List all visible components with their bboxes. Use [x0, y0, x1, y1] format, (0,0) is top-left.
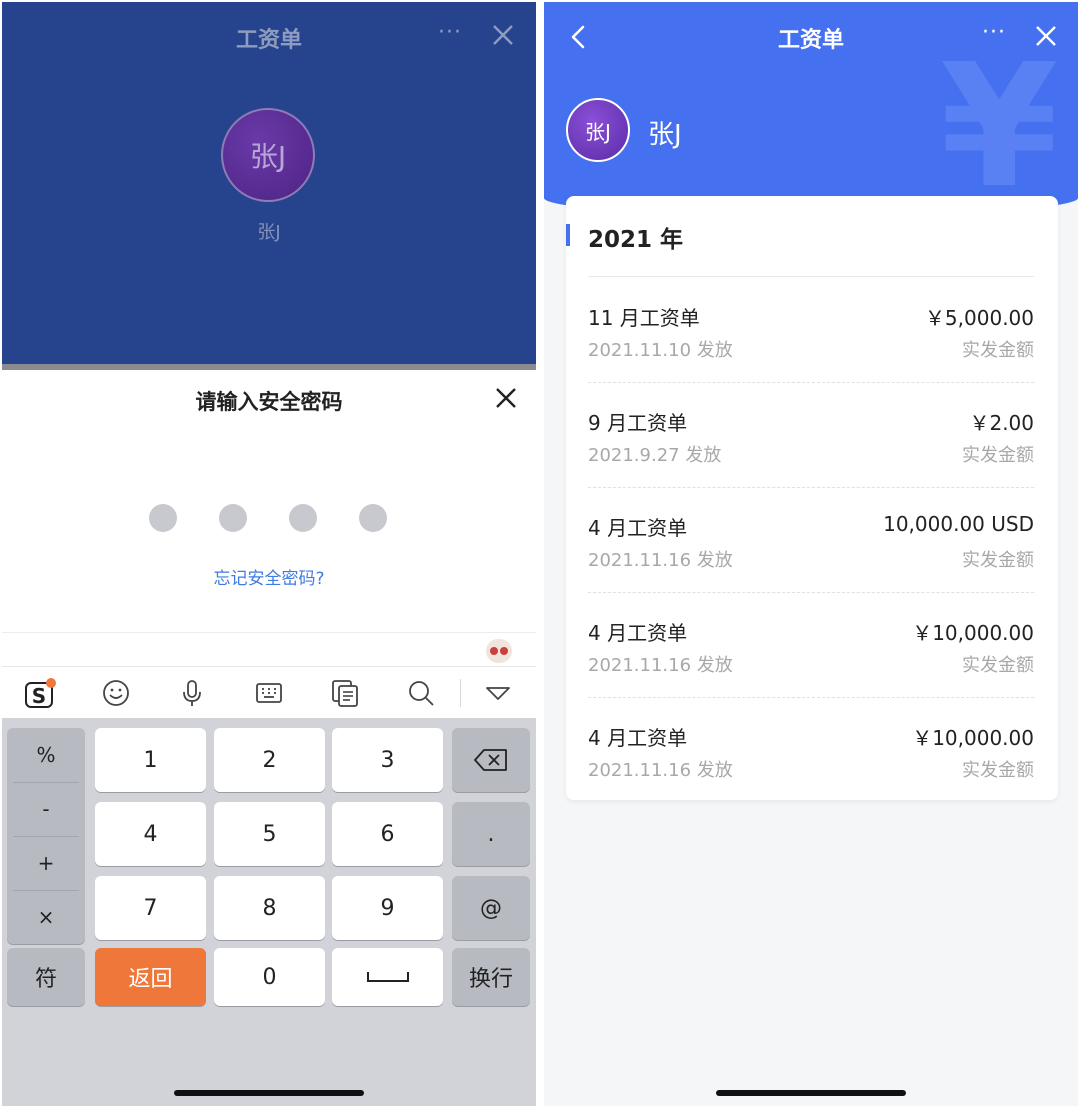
user-name: 张J — [257, 222, 281, 243]
payslip-amount-label: 实发金额 — [962, 760, 1034, 781]
payslip-date: 2021.9.27 发放 — [588, 445, 722, 466]
left-phone-screen: 工资单 ··· 张J 张J 请输入安全密码 忘记安全密码? S % - + × … — [2, 2, 536, 1106]
payslip-row[interactable]: 11 月工资单 2021.11.10 发放 ￥5,000.00 实发金额 — [566, 302, 1058, 406]
yen-watermark: ¥ — [940, 28, 1059, 226]
payslip-date: 2021.11.16 发放 — [588, 550, 733, 571]
forgot-password-link[interactable]: 忘记安全密码? — [2, 564, 536, 589]
payslip-row[interactable]: 4 月工资单 2021.11.16 发放 ￥10,000.00 实发金额 — [566, 617, 1058, 721]
payslip-amount-label: 实发金额 — [962, 550, 1034, 571]
svg-text:S: S — [32, 684, 46, 708]
password-dots[interactable] — [149, 504, 389, 532]
password-dot — [359, 504, 387, 532]
left-header: 工资单 ··· 张J 张J — [2, 2, 536, 364]
sogou-logo-icon[interactable]: S — [24, 677, 56, 709]
year-heading: 2021 年 — [588, 227, 684, 253]
avatar: 张J — [221, 108, 315, 202]
payslip-amount: ￥2.00 — [969, 411, 1034, 435]
home-indicator — [716, 1090, 906, 1096]
payslip-amount-label: 实发金额 — [962, 340, 1034, 361]
key-at[interactable]: @ — [452, 876, 530, 940]
key-9[interactable]: 9 — [332, 876, 443, 940]
symbol-column: % - + × — [7, 728, 85, 944]
hide-keyboard-icon[interactable] — [482, 677, 514, 709]
payslip-amount: 10,000.00 USD — [883, 512, 1034, 536]
clipboard-icon[interactable] — [329, 677, 361, 709]
keyboard-top-bar — [2, 632, 536, 666]
key-5[interactable]: 5 — [214, 802, 325, 866]
payslip-card: 2021 年 11 月工资单 2021.11.10 发放 ￥5,000.00 实… — [566, 196, 1058, 800]
backspace-icon — [474, 749, 507, 771]
password-dot — [149, 504, 177, 532]
password-sheet: 请输入安全密码 忘记安全密码? — [2, 370, 536, 632]
space-button[interactable] — [332, 948, 443, 1006]
key-4[interactable]: 4 — [95, 802, 206, 866]
password-sheet-title: 请输入安全密码 — [195, 390, 343, 414]
payslip-title: 11 月工资单 — [588, 306, 700, 330]
key-7[interactable]: 7 — [95, 876, 206, 940]
payslip-amount: ￥10,000.00 — [912, 726, 1034, 750]
key-1[interactable]: 1 — [95, 728, 206, 792]
keyboard-toolbar: S — [2, 666, 536, 718]
return-button[interactable]: 返回 — [95, 948, 206, 1006]
key-percent[interactable]: % — [7, 728, 85, 782]
mascot-eye — [500, 647, 508, 655]
password-dot — [219, 504, 247, 532]
keyboard-icon[interactable] — [253, 677, 285, 709]
payslip-amount-label: 实发金额 — [962, 445, 1034, 466]
divider — [588, 382, 1034, 383]
key-8[interactable]: 8 — [214, 876, 325, 940]
payslip-row[interactable]: 4 月工资单 2021.11.16 发放 10,000.00 USD 实发金额 — [566, 512, 1058, 616]
payslip-title: 4 月工资单 — [588, 621, 688, 645]
right-phone-screen: ¥ 工资单 ··· 张J 张J 2021 年 11 月工资单 2021.11.1… — [544, 2, 1078, 1106]
divider — [588, 276, 1034, 277]
screenshot-pair: 工资单 ··· 张J 张J 请输入安全密码 忘记安全密码? S % - + × … — [0, 0, 1080, 1108]
divider — [588, 697, 1034, 698]
key-plus[interactable]: + — [7, 836, 85, 890]
key-multiply[interactable]: × — [7, 890, 85, 944]
payslip-title: 4 月工资单 — [588, 516, 688, 540]
key-minus[interactable]: - — [7, 782, 85, 836]
password-dot — [289, 504, 317, 532]
close-icon[interactable] — [1034, 24, 1058, 48]
more-button[interactable]: ··· — [982, 20, 1006, 45]
emoji-icon[interactable] — [100, 677, 132, 709]
payslip-date: 2021.11.10 发放 — [588, 340, 733, 361]
payslip-amount: ￥10,000.00 — [912, 621, 1034, 645]
close-icon[interactable] — [490, 22, 516, 48]
home-indicator — [174, 1090, 364, 1096]
numeric-keypad: % - + × 1 2 3 4 5 6 . 7 8 9 @ 符 返回 0 换行 — [2, 718, 536, 1106]
divider — [588, 487, 1034, 488]
key-3[interactable]: 3 — [332, 728, 443, 792]
payslip-title: 9 月工资单 — [588, 411, 688, 435]
right-header: ¥ 工资单 ··· 张J 张J — [544, 2, 1078, 216]
newline-button[interactable]: 换行 — [452, 948, 530, 1006]
payslip-row[interactable]: 9 月工资单 2021.9.27 发放 ￥2.00 实发金额 — [566, 407, 1058, 511]
payslip-amount: ￥5,000.00 — [924, 306, 1034, 330]
divider — [588, 592, 1034, 593]
key-6[interactable]: 6 — [332, 802, 443, 866]
user-name: 张J — [648, 120, 682, 150]
payslip-date: 2021.11.16 发放 — [588, 760, 733, 781]
payslip-date: 2021.11.16 发放 — [588, 655, 733, 676]
mascot-eye — [490, 647, 498, 655]
year-accent-bar — [566, 224, 570, 246]
payslip-amount-label: 实发金额 — [962, 655, 1034, 676]
key-2[interactable]: 2 — [214, 728, 325, 792]
key-dot[interactable]: . — [452, 802, 530, 866]
payslip-title: 4 月工资单 — [588, 726, 688, 750]
microphone-icon[interactable] — [176, 677, 208, 709]
close-icon[interactable] — [494, 386, 518, 410]
key-0[interactable]: 0 — [214, 948, 325, 1006]
more-button[interactable]: ··· — [438, 20, 462, 45]
symbols-button[interactable]: 符 — [7, 948, 85, 1006]
avatar: 张J — [566, 98, 630, 162]
payslip-row[interactable]: 4 月工资单 2021.11.16 发放 ￥10,000.00 实发金额 — [566, 722, 1058, 826]
toolbar-separator — [460, 679, 461, 707]
backspace-button[interactable] — [452, 728, 530, 792]
mascot-icon[interactable] — [486, 639, 512, 663]
space-icon — [366, 972, 409, 982]
search-icon[interactable] — [405, 677, 437, 709]
